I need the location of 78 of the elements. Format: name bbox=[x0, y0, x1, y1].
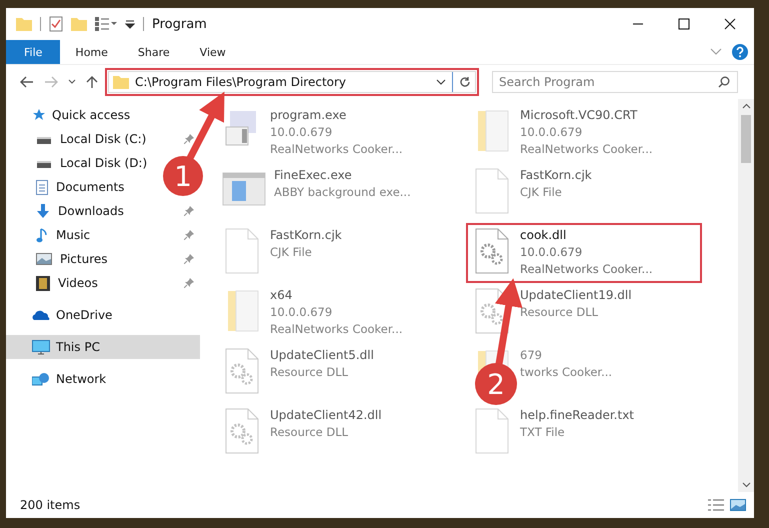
properties-icon[interactable] bbox=[49, 16, 63, 32]
file-name[interactable]: UpdateClient19.dll bbox=[520, 287, 632, 304]
sidebar-item[interactable]: Music bbox=[56, 228, 90, 242]
ribbon-tab[interactable]: Home bbox=[60, 40, 123, 64]
file-detail: RealNetworks Cooker... bbox=[270, 321, 403, 338]
address-bar[interactable]: C:\Program Files\Program Directory bbox=[108, 71, 476, 93]
large-icons-view-icon[interactable] bbox=[730, 499, 746, 511]
document-icon bbox=[36, 180, 48, 194]
search-field[interactable]: Search Program bbox=[492, 71, 738, 93]
file-name[interactable]: Microsoft.VC90.CRT bbox=[520, 107, 653, 124]
file-detail: 10.0.0.679 bbox=[270, 124, 334, 141]
recent-locations-icon[interactable] bbox=[68, 79, 76, 85]
maximize-icon[interactable] bbox=[678, 18, 690, 30]
file-name[interactable]: FastKorn.cjk bbox=[270, 227, 342, 244]
step-marker: 1 bbox=[163, 156, 203, 196]
file-detail: 10.0.0.679 bbox=[270, 304, 334, 321]
sidebar-item[interactable]: Downloads bbox=[58, 204, 124, 218]
file-name[interactable]: UpdateClient5.dll bbox=[270, 347, 374, 364]
file-detail: 10.0.0.679 bbox=[520, 124, 584, 141]
item-count: 200 items bbox=[20, 498, 80, 512]
sidebar-item[interactable]: Videos bbox=[58, 276, 98, 290]
close-icon[interactable] bbox=[724, 18, 736, 30]
file-detail: tworks Cooker... bbox=[520, 364, 612, 381]
file-detail: ABBY background exe... bbox=[274, 184, 411, 201]
file-detail: Resource DLL bbox=[270, 424, 350, 441]
ribbon-tab[interactable]: View bbox=[184, 40, 241, 64]
film-icon bbox=[36, 276, 50, 290]
up-icon[interactable] bbox=[86, 75, 98, 89]
step-marker: 2 bbox=[475, 363, 517, 405]
sidebar-item[interactable]: Local Disk (D:) bbox=[60, 156, 148, 170]
arrow bbox=[186, 92, 224, 162]
network-icon bbox=[32, 372, 50, 386]
dropdown-icon[interactable] bbox=[436, 79, 446, 85]
ribbon-tab[interactable]: Share bbox=[122, 40, 185, 64]
customize-icon[interactable] bbox=[125, 19, 135, 29]
sidebar-item[interactable]: Quick access bbox=[6, 103, 200, 127]
details-view-icon[interactable] bbox=[708, 499, 724, 511]
file-name[interactable]: FastKorn.cjk bbox=[520, 167, 592, 184]
scroll-down-icon[interactable] bbox=[742, 482, 750, 488]
expand-ribbon-icon[interactable] bbox=[710, 48, 722, 56]
file-detail: CJK File bbox=[520, 184, 563, 201]
sidebar-item[interactable]: OneDrive bbox=[6, 303, 200, 327]
download-icon bbox=[36, 204, 50, 218]
search-icon bbox=[718, 76, 730, 88]
file-detail: CJK File bbox=[270, 244, 313, 261]
file-name[interactable]: program.exe bbox=[270, 107, 403, 124]
sidebar-item[interactable]: Network bbox=[6, 367, 200, 391]
monitor-icon bbox=[32, 340, 50, 354]
file-name[interactable]: UpdateClient42.dll bbox=[270, 407, 382, 424]
star-icon bbox=[32, 108, 46, 122]
pictures-icon bbox=[36, 253, 52, 265]
scrollbar-thumb[interactable] bbox=[741, 115, 751, 163]
file-name[interactable]: FineExec.exe bbox=[274, 167, 411, 184]
sidebar-item[interactable]: Local Disk (C:) bbox=[60, 132, 146, 146]
file-detail: RealNetworks Cooker... bbox=[520, 261, 653, 278]
file-detail: RealNetworks Cooker... bbox=[520, 141, 653, 158]
music-note-icon bbox=[36, 228, 48, 242]
file-detail: 679 bbox=[520, 347, 543, 364]
sidebar-item[interactable]: Documents bbox=[56, 180, 124, 194]
scroll-up-icon[interactable] bbox=[742, 103, 750, 109]
file-detail: 10.0.0.679 bbox=[520, 244, 584, 261]
ribbon-tab[interactable]: File bbox=[6, 40, 60, 64]
view-options-icon[interactable] bbox=[95, 17, 117, 31]
file-detail: Resource DLL bbox=[270, 364, 350, 381]
file-detail: TXT File bbox=[520, 424, 566, 441]
refresh-icon[interactable] bbox=[459, 76, 471, 88]
file-name[interactable]: help.fineReader.txt bbox=[520, 407, 634, 424]
file-name[interactable]: cook.dll bbox=[520, 227, 653, 244]
back-icon[interactable] bbox=[20, 76, 34, 88]
file-detail: RealNetworks Cooker... bbox=[270, 141, 403, 158]
file-name[interactable]: x64 bbox=[270, 287, 403, 304]
folder-icon bbox=[113, 75, 129, 89]
file-detail: Resource DLL bbox=[520, 304, 600, 321]
sidebar-item[interactable]: Pictures bbox=[60, 252, 108, 266]
sidebar-item[interactable]: This PC bbox=[6, 335, 200, 359]
cloud-icon bbox=[32, 310, 50, 320]
window-title: Program bbox=[152, 16, 207, 32]
help-icon[interactable] bbox=[732, 44, 748, 60]
